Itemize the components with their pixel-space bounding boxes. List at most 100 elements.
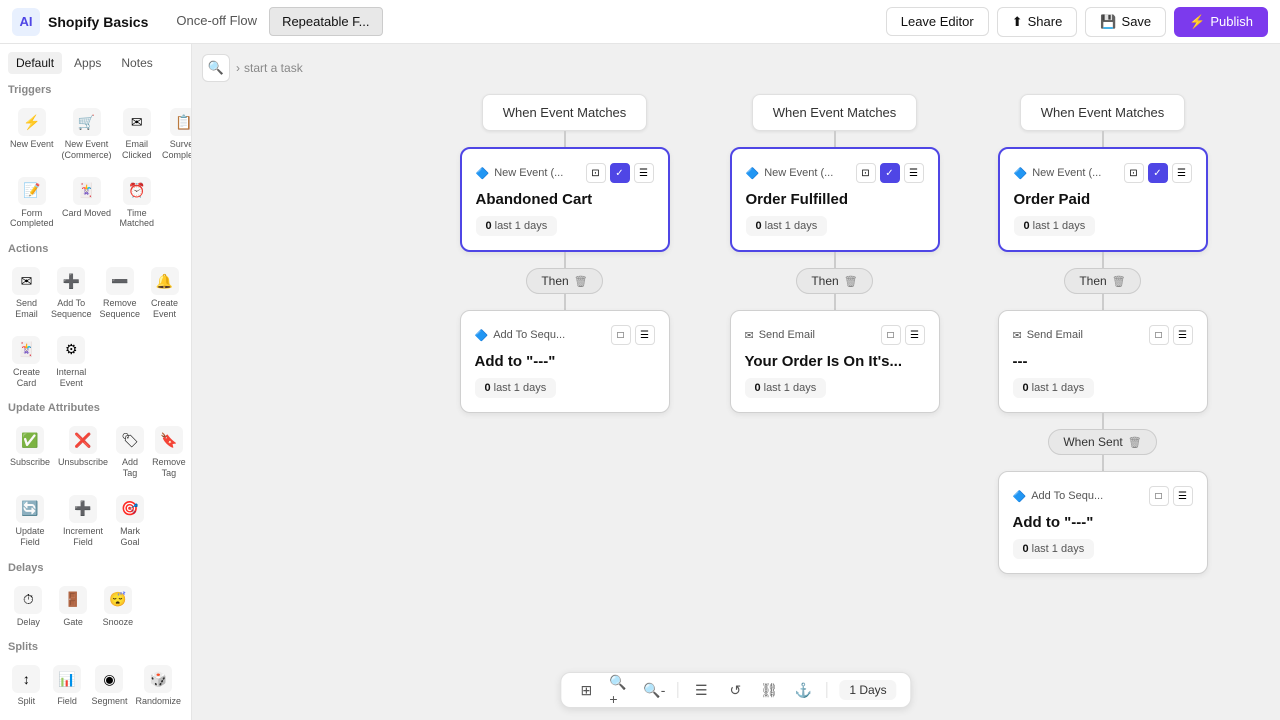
trigger-new-event[interactable]: ⚡New Event [8, 102, 56, 167]
node-copy-btn-col1[interactable]: ⊡ [586, 163, 606, 183]
action-icon-col2: ✉ [745, 329, 754, 342]
toolbar-flow-icon[interactable]: ↺ [724, 679, 746, 701]
node-check-btn-col1[interactable]: ✓ [610, 163, 630, 183]
trigger-survey-completed[interactable]: 📋Survey Completed [160, 102, 192, 167]
toolbar-list-icon[interactable]: ☰ [690, 679, 712, 701]
node-copy-btn-col2[interactable]: ⊡ [856, 163, 876, 183]
share-icon: ⬆ [1012, 14, 1023, 30]
then-btn-col3[interactable]: Then 🗑 [1064, 268, 1140, 294]
trigger-new-event-commerce[interactable]: 🛒New Event (Commerce) [60, 102, 114, 167]
publish-button[interactable]: ⚡ Publish [1174, 7, 1268, 37]
topbar: AI Shopify Basics Once-off Flow Repeatab… [0, 0, 1280, 44]
sidebar-tab-default[interactable]: Default [8, 52, 62, 74]
node-menu-btn-col2[interactable]: ☰ [904, 163, 924, 183]
attr-mark-goal[interactable]: 🎯Mark Goal [114, 489, 146, 554]
toolbar-divider-2 [826, 682, 827, 698]
split-split[interactable]: ↕Split [8, 659, 45, 713]
node-check-btn-col3[interactable]: ✓ [1148, 163, 1168, 183]
split-segment[interactable]: ◉Segment [89, 659, 129, 713]
action-send-email[interactable]: ✉Send Email [8, 261, 45, 326]
action-node-col2[interactable]: ✉ Send Email □ ☰ Your Order Is On It's..… [730, 310, 940, 413]
then-btn-col2[interactable]: Then 🗑 [796, 268, 872, 294]
connector [564, 131, 566, 147]
attr-remove-tag[interactable]: 🔖Remove Tag [150, 420, 188, 485]
attr-update-field[interactable]: 🔄Update Field [8, 489, 52, 554]
extra-menu-btn-col3[interactable]: ☰ [1173, 486, 1193, 506]
breadcrumb-arrow: › [236, 61, 240, 75]
attr-subscribe[interactable]: ✅Subscribe [8, 420, 52, 485]
action-add-to-sequence[interactable]: ➕Add To Sequence [49, 261, 94, 326]
action-menu-btn-col2[interactable]: ☰ [905, 325, 925, 345]
node-check-btn-col2[interactable]: ✓ [880, 163, 900, 183]
connector [834, 131, 836, 147]
toolbar-zoom-in-icon[interactable]: 🔍+ [609, 679, 631, 701]
trigger-title-col2: Order Fulfilled [746, 191, 924, 208]
toolbar-grid-icon[interactable]: ⊞ [575, 679, 597, 701]
delay-delay[interactable]: ⏱Delay [8, 580, 49, 634]
action-node-col1[interactable]: 🔷 Add To Sequ... □ ☰ Add to "---" 0 last… [460, 310, 670, 413]
when-sent-btn-col3[interactable]: When Sent 🗑 [1048, 429, 1156, 455]
toolbar-anchor-icon[interactable]: ⚓ [792, 679, 814, 701]
trash-icon-col3: 🗑 [1112, 275, 1126, 288]
sidebar-tab-apps[interactable]: Apps [66, 52, 109, 74]
main-layout: Default Apps Notes Triggers ⚡New Event 🛒… [0, 44, 1280, 720]
split-field[interactable]: 📊Field [49, 659, 86, 713]
sidebar-tab-notes[interactable]: Notes [113, 52, 160, 74]
action-internal-event[interactable]: ⚙Internal Event [49, 330, 94, 395]
trigger-stat-col2: 0 last 1 days [746, 216, 828, 236]
share-button[interactable]: ⬆ Share [997, 7, 1078, 37]
tab-once-off[interactable]: Once-off Flow [164, 7, 269, 36]
node-menu-btn-col1[interactable]: ☰ [634, 163, 654, 183]
action-icon-col1: 🔷 [475, 329, 489, 342]
save-button[interactable]: 💾 Save [1085, 7, 1166, 37]
action-check-btn-col2[interactable]: □ [881, 325, 901, 345]
tab-repeatable[interactable]: Repeatable F... [269, 7, 382, 36]
attr-add-tag[interactable]: 🏷Add Tag [114, 420, 146, 485]
bottom-toolbar: ⊞ 🔍+ 🔍- ☰ ↺ ⛓ ⚓ 1 Days [560, 672, 911, 708]
action-stat-col1: 0 last 1 days [475, 378, 557, 398]
node-copy-btn-col3[interactable]: ⊡ [1124, 163, 1144, 183]
days-badge[interactable]: 1 Days [839, 680, 896, 700]
trigger-form-completed[interactable]: 📝Form Completed [8, 171, 56, 236]
connector [1102, 455, 1104, 471]
action-check-btn-col3[interactable]: □ [1149, 325, 1169, 345]
toolbar-connect-icon[interactable]: ⛓ [758, 679, 780, 701]
leave-editor-button[interactable]: Leave Editor [886, 7, 989, 36]
action-node-col3[interactable]: ✉ Send Email □ ☰ --- 0 last 1 days [998, 310, 1208, 413]
trigger-title-col3: Order Paid [1014, 191, 1192, 208]
connector [564, 252, 566, 268]
toolbar-zoom-out-icon[interactable]: 🔍- [643, 679, 665, 701]
action-create-card[interactable]: 🃏Create Card [8, 330, 45, 395]
trigger-node-col2[interactable]: 🔷 New Event (... ⊡ ✓ ☰ Order Fulfilled 0… [730, 147, 940, 252]
split-randomize[interactable]: 🎲Randomize [133, 659, 183, 713]
delay-snooze[interactable]: 😴Snooze [98, 580, 139, 634]
app-title: Shopify Basics [48, 14, 148, 30]
action-check-btn-col1[interactable]: □ [611, 325, 631, 345]
extra-icon-col3: 🔷 [1013, 490, 1027, 503]
trigger-node-col3[interactable]: 🔷 New Event (... ⊡ ✓ ☰ Order Paid 0 last… [998, 147, 1208, 252]
action-remove-sequence[interactable]: ➖Remove Sequence [98, 261, 143, 326]
extra-node-col3[interactable]: 🔷 Add To Sequ... □ ☰ Add to "---" 0 last… [998, 471, 1208, 574]
attr-increment-field[interactable]: ➕Increment Field [56, 489, 110, 554]
action-menu-btn-col3[interactable]: ☰ [1173, 325, 1193, 345]
connector [834, 252, 836, 268]
delay-gate[interactable]: 🚪Gate [53, 580, 94, 634]
trigger-card-moved[interactable]: 🃏Card Moved [60, 171, 114, 236]
publish-icon: ⚡ [1189, 14, 1205, 30]
action-menu-btn-col1[interactable]: ☰ [635, 325, 655, 345]
then-btn-col1[interactable]: Then 🗑 [526, 268, 602, 294]
node-menu-btn-col3[interactable]: ☰ [1172, 163, 1192, 183]
trigger-node-col1[interactable]: 🔷 New Event (... ⊡ ✓ ☰ Abandoned Cart 0 … [460, 147, 670, 252]
toolbar-divider-1 [677, 682, 678, 698]
trigger-stat-col3: 0 last 1 days [1014, 216, 1096, 236]
sidebar: Default Apps Notes Triggers ⚡New Event 🛒… [0, 44, 192, 720]
canvas-search-button[interactable]: 🔍 [202, 54, 230, 82]
trigger-time-matched[interactable]: ⏰Time Matched [118, 171, 157, 236]
extra-check-btn-col3[interactable]: □ [1149, 486, 1169, 506]
trash-icon-col2: 🗑 [844, 275, 858, 288]
trigger-email-clicked[interactable]: ✉Email Clicked [118, 102, 157, 167]
extra-stat-col3: 0 last 1 days [1013, 539, 1095, 559]
attr-unsubscribe[interactable]: ❌Unsubscribe [56, 420, 110, 485]
event-icon-col1: 🔷 [476, 167, 490, 180]
action-create-event[interactable]: 🔔Create Event [146, 261, 183, 326]
